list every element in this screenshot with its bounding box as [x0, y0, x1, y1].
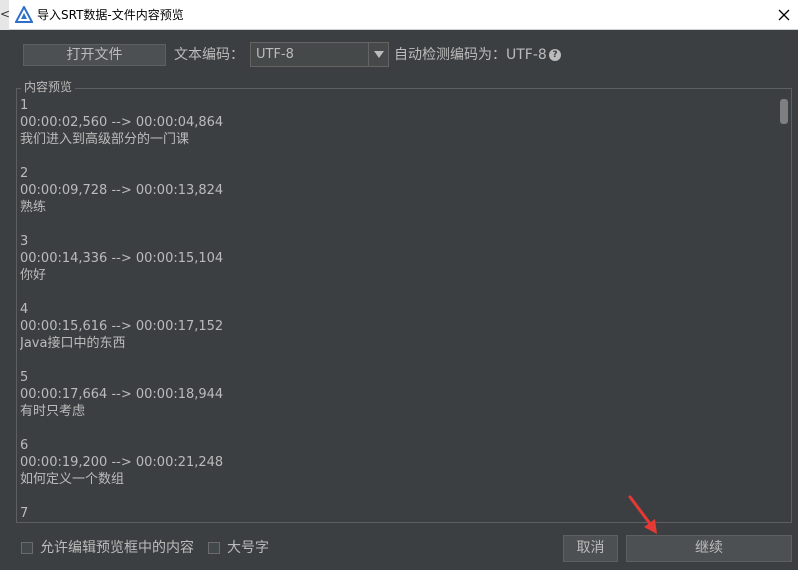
detected-encoding-text: 自动检测编码为：UTF-8: [394, 47, 547, 63]
close-button[interactable]: [770, 0, 798, 30]
allow-edit-label: 允许编辑预览框中的内容: [40, 540, 194, 556]
encoding-dropdown-button[interactable]: [368, 43, 388, 66]
title-bar: < 导入SRT数据-文件内容预览: [0, 0, 798, 30]
continue-button[interactable]: 继续: [626, 535, 792, 562]
app-logo-icon: [14, 4, 34, 23]
help-icon[interactable]: ?: [549, 49, 561, 61]
chevron-down-icon: [374, 51, 384, 58]
cancel-button[interactable]: 取消: [563, 535, 618, 562]
close-icon[interactable]: [778, 9, 790, 21]
allow-edit-checkbox[interactable]: 允许编辑预览框中的内容: [21, 540, 201, 556]
red-arrow-icon: [628, 495, 657, 534]
window-title: 导入SRT数据-文件内容预览: [37, 8, 184, 22]
encoding-label: 文本编码：: [174, 47, 244, 63]
open-file-button[interactable]: 打开文件: [23, 44, 166, 66]
back-chevron-icon[interactable]: <: [0, 0, 10, 30]
preview-legend: 内容预览: [21, 80, 76, 94]
large-font-label: 大号字: [227, 540, 269, 556]
allow-edit-checkbox-box[interactable]: [21, 542, 33, 554]
large-font-checkbox-box[interactable]: [208, 542, 220, 554]
scrollbar-thumb[interactable]: [780, 99, 788, 124]
large-font-checkbox[interactable]: 大号字: [208, 540, 278, 556]
encoding-select[interactable]: UTF-8: [250, 42, 389, 67]
preview-textarea[interactable]: 1 00:00:02,560 --> 00:00:04,864 我们进入到高级部…: [20, 97, 776, 522]
encoding-value: UTF-8: [256, 47, 294, 62]
preview-scrollbar[interactable]: [777, 95, 790, 521]
